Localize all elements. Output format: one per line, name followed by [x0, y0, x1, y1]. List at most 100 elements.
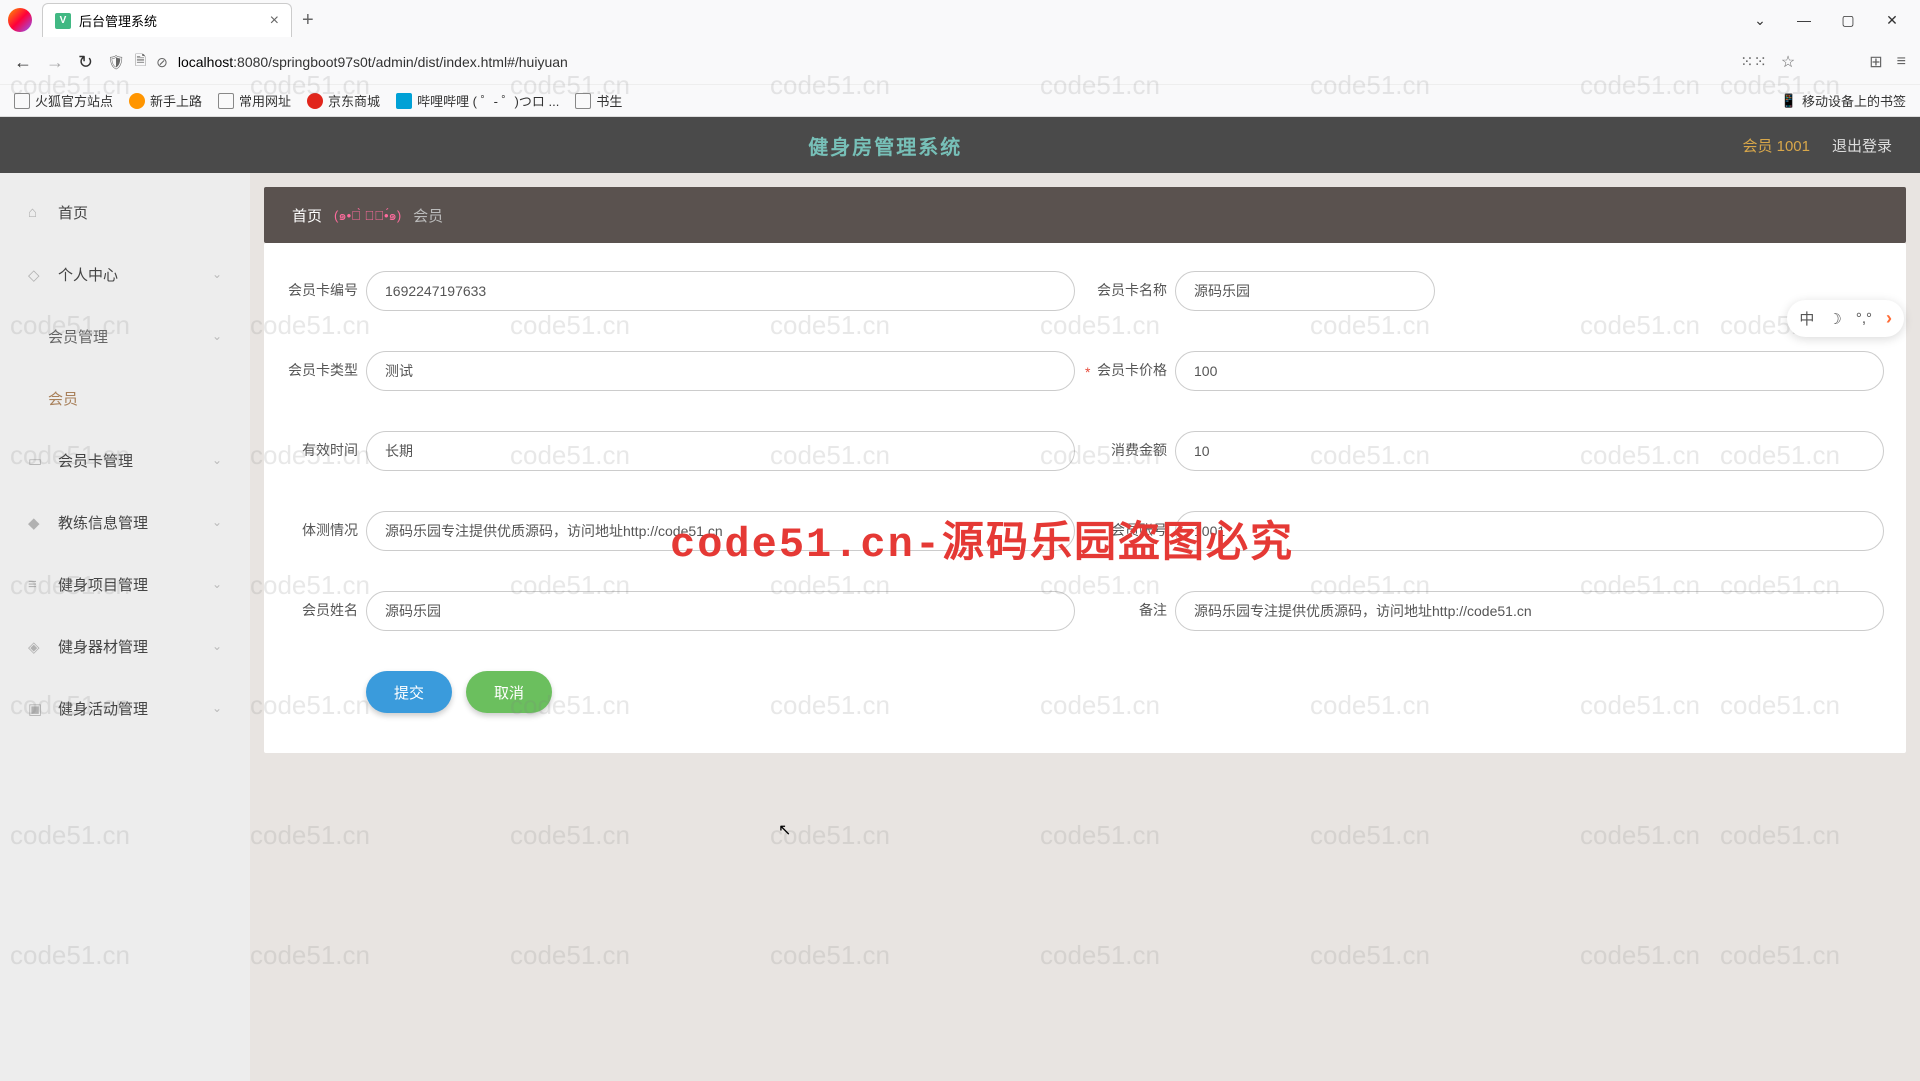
- qr-icon[interactable]: ⁙⁙: [1740, 52, 1767, 72]
- app-root: 健身房管理系统 会员 1001 退出登录 ⌂首页 ◇个人中心⌄ 会员管理⌄ 会员…: [0, 117, 1920, 1081]
- menu-icon[interactable]: ≡: [1897, 53, 1906, 71]
- close-window-icon[interactable]: ✕: [1882, 12, 1902, 29]
- new-tab-button[interactable]: +: [302, 9, 314, 32]
- label-member-name: 会员姓名: [286, 591, 358, 621]
- chevron-down-icon[interactable]: ⌄: [1750, 12, 1770, 29]
- input-remark[interactable]: [1175, 591, 1884, 631]
- address-bar[interactable]: 🛡 🗎 ⊘ localhost:8080/springboot97s0t/adm…: [107, 50, 1726, 74]
- firefox-logo-icon: [8, 8, 32, 32]
- logout-link[interactable]: 退出登录: [1832, 135, 1892, 156]
- emoji-icon: (๑•॒̀ ູ॒•́๑): [334, 205, 401, 226]
- sidebar-item-member[interactable]: 会员: [0, 367, 250, 429]
- dots-icon[interactable]: °,°: [1856, 310, 1872, 327]
- input-account[interactable]: [1175, 511, 1884, 551]
- sidebar-item-equipment-mgmt[interactable]: ◈健身器材管理⌄: [0, 615, 250, 677]
- input-card-name[interactable]: [1175, 271, 1435, 311]
- browser-chrome: V 后台管理系统 × + ⌄ — ▢ ✕ ← → ↻ 🛡 🗎 ⊘ localho…: [0, 0, 1920, 117]
- input-valid-time[interactable]: [366, 431, 1075, 471]
- chevron-down-icon: ⌄: [212, 639, 222, 653]
- list-icon: ≡: [28, 576, 44, 592]
- bookmark-item[interactable]: 新手上路: [129, 91, 202, 110]
- sidebar-item-coach-mgmt[interactable]: ◆教练信息管理⌄: [0, 491, 250, 553]
- label-card-name: 会员卡名称: [1095, 271, 1167, 301]
- sidebar-item-member-mgmt[interactable]: 会员管理⌄: [0, 305, 250, 367]
- input-body-test[interactable]: [366, 511, 1075, 551]
- ime-toolbar[interactable]: 中 ☽ °,° ›: [1787, 300, 1904, 337]
- label-card-no: 会员卡编号: [286, 271, 358, 301]
- sidebar-item-home[interactable]: ⌂首页: [0, 181, 250, 243]
- form-panel: 会员卡编号 会员卡名称 会员卡类型 会员卡价格: [264, 243, 1906, 753]
- label-card-price: 会员卡价格: [1095, 351, 1167, 381]
- input-card-type[interactable]: [366, 351, 1075, 391]
- chevron-down-icon: ⌄: [212, 577, 222, 591]
- bilibili-icon: [396, 93, 412, 109]
- minimize-icon[interactable]: —: [1794, 12, 1814, 29]
- folder-icon: [14, 93, 30, 109]
- address-row: ← → ↻ 🛡 🗎 ⊘ localhost:8080/springboot97s…: [0, 40, 1920, 84]
- mobile-icon: 📱: [1781, 93, 1797, 109]
- browser-tab[interactable]: V 后台管理系统 ×: [42, 3, 292, 37]
- ime-lang[interactable]: 中: [1799, 308, 1814, 329]
- submit-button[interactable]: 提交: [366, 671, 452, 713]
- bookmark-item[interactable]: 京东商城: [307, 91, 380, 110]
- app-title: 健身房管理系统: [28, 131, 1742, 160]
- user-label: 会员 1001: [1742, 135, 1810, 156]
- chevron-right-icon[interactable]: ›: [1886, 308, 1892, 329]
- sidebar-item-activity-mgmt[interactable]: ▣健身活动管理⌄: [0, 677, 250, 739]
- permission-icon: ⊘: [156, 54, 168, 71]
- label-card-type: 会员卡类型: [286, 351, 358, 381]
- bookmark-item[interactable]: 常用网址: [218, 91, 291, 110]
- sidebar-item-profile[interactable]: ◇个人中心⌄: [0, 243, 250, 305]
- moon-icon[interactable]: ☽: [1828, 310, 1841, 328]
- globe-icon: [129, 93, 145, 109]
- window-controls: ⌄ — ▢ ✕: [1750, 12, 1912, 29]
- jd-icon: [307, 93, 323, 109]
- extensions-icon[interactable]: ⊞: [1869, 52, 1882, 72]
- label-body-test: 体测情况: [286, 511, 358, 541]
- vue-icon: V: [55, 13, 71, 29]
- bookmark-item[interactable]: 火狐官方站点: [14, 91, 113, 110]
- breadcrumb-current: 会员: [413, 205, 443, 226]
- sidebar-item-card-mgmt[interactable]: ▭会员卡管理⌄: [0, 429, 250, 491]
- bookmark-item[interactable]: 书生: [575, 91, 622, 110]
- main-content: 首页 (๑•॒̀ ູ॒•́๑) 会员 会员卡编号 会员卡名称: [250, 173, 1920, 1081]
- mobile-bookmarks[interactable]: 📱移动设备上的书签: [1781, 91, 1906, 110]
- back-icon[interactable]: ←: [14, 52, 32, 73]
- coach-icon: ◆: [28, 514, 44, 530]
- cancel-button[interactable]: 取消: [466, 671, 552, 713]
- reload-icon[interactable]: ↻: [78, 52, 93, 73]
- tab-strip: V 后台管理系统 × + ⌄ — ▢ ✕: [0, 0, 1920, 40]
- user-icon: ◇: [28, 266, 44, 282]
- chevron-down-icon: ⌄: [212, 515, 222, 529]
- home-icon: ⌂: [28, 204, 44, 220]
- chevron-down-icon: ⌄: [212, 329, 222, 343]
- shield-icon: 🛡: [107, 54, 125, 71]
- sidebar-item-project-mgmt[interactable]: ≡健身项目管理⌄: [0, 553, 250, 615]
- card-icon: ▭: [28, 452, 44, 468]
- input-member-name[interactable]: [366, 591, 1075, 631]
- cursor-icon: ↖: [778, 820, 791, 840]
- input-card-price[interactable]: [1175, 351, 1884, 391]
- input-card-no[interactable]: [366, 271, 1075, 311]
- input-consume[interactable]: [1175, 431, 1884, 471]
- label-account: 会员账号: [1095, 511, 1167, 541]
- breadcrumb-home[interactable]: 首页: [292, 205, 322, 226]
- tab-close-icon[interactable]: ×: [270, 12, 279, 30]
- bookmark-item[interactable]: 哔哩哔哩 ( ゜- ゜)つロ ...: [396, 91, 559, 110]
- button-row: 提交 取消: [286, 671, 1884, 713]
- sidebar: ⌂首页 ◇个人中心⌄ 会员管理⌄ 会员 ▭会员卡管理⌄ ◆教练信息管理⌄ ≡健身…: [0, 173, 250, 1081]
- bookmark-star-icon[interactable]: ☆: [1781, 52, 1795, 72]
- page-info-icon: 🗎: [135, 50, 146, 74]
- chevron-down-icon: ⌄: [212, 701, 222, 715]
- folder-icon: [575, 93, 591, 109]
- chevron-down-icon: ⌄: [212, 267, 222, 281]
- url-text: localhost:8080/springboot97s0t/admin/dis…: [178, 54, 568, 70]
- forward-icon[interactable]: →: [46, 52, 64, 73]
- bookmarks-bar: 火狐官方站点 新手上路 常用网址 京东商城 哔哩哔哩 ( ゜- ゜)つロ ...…: [0, 84, 1920, 116]
- activity-icon: ▣: [28, 700, 44, 716]
- maximize-icon[interactable]: ▢: [1838, 12, 1858, 29]
- breadcrumb: 首页 (๑•॒̀ ູ॒•́๑) 会员: [264, 187, 1906, 243]
- equipment-icon: ◈: [28, 638, 44, 654]
- label-remark: 备注: [1095, 591, 1167, 621]
- folder-icon: [218, 93, 234, 109]
